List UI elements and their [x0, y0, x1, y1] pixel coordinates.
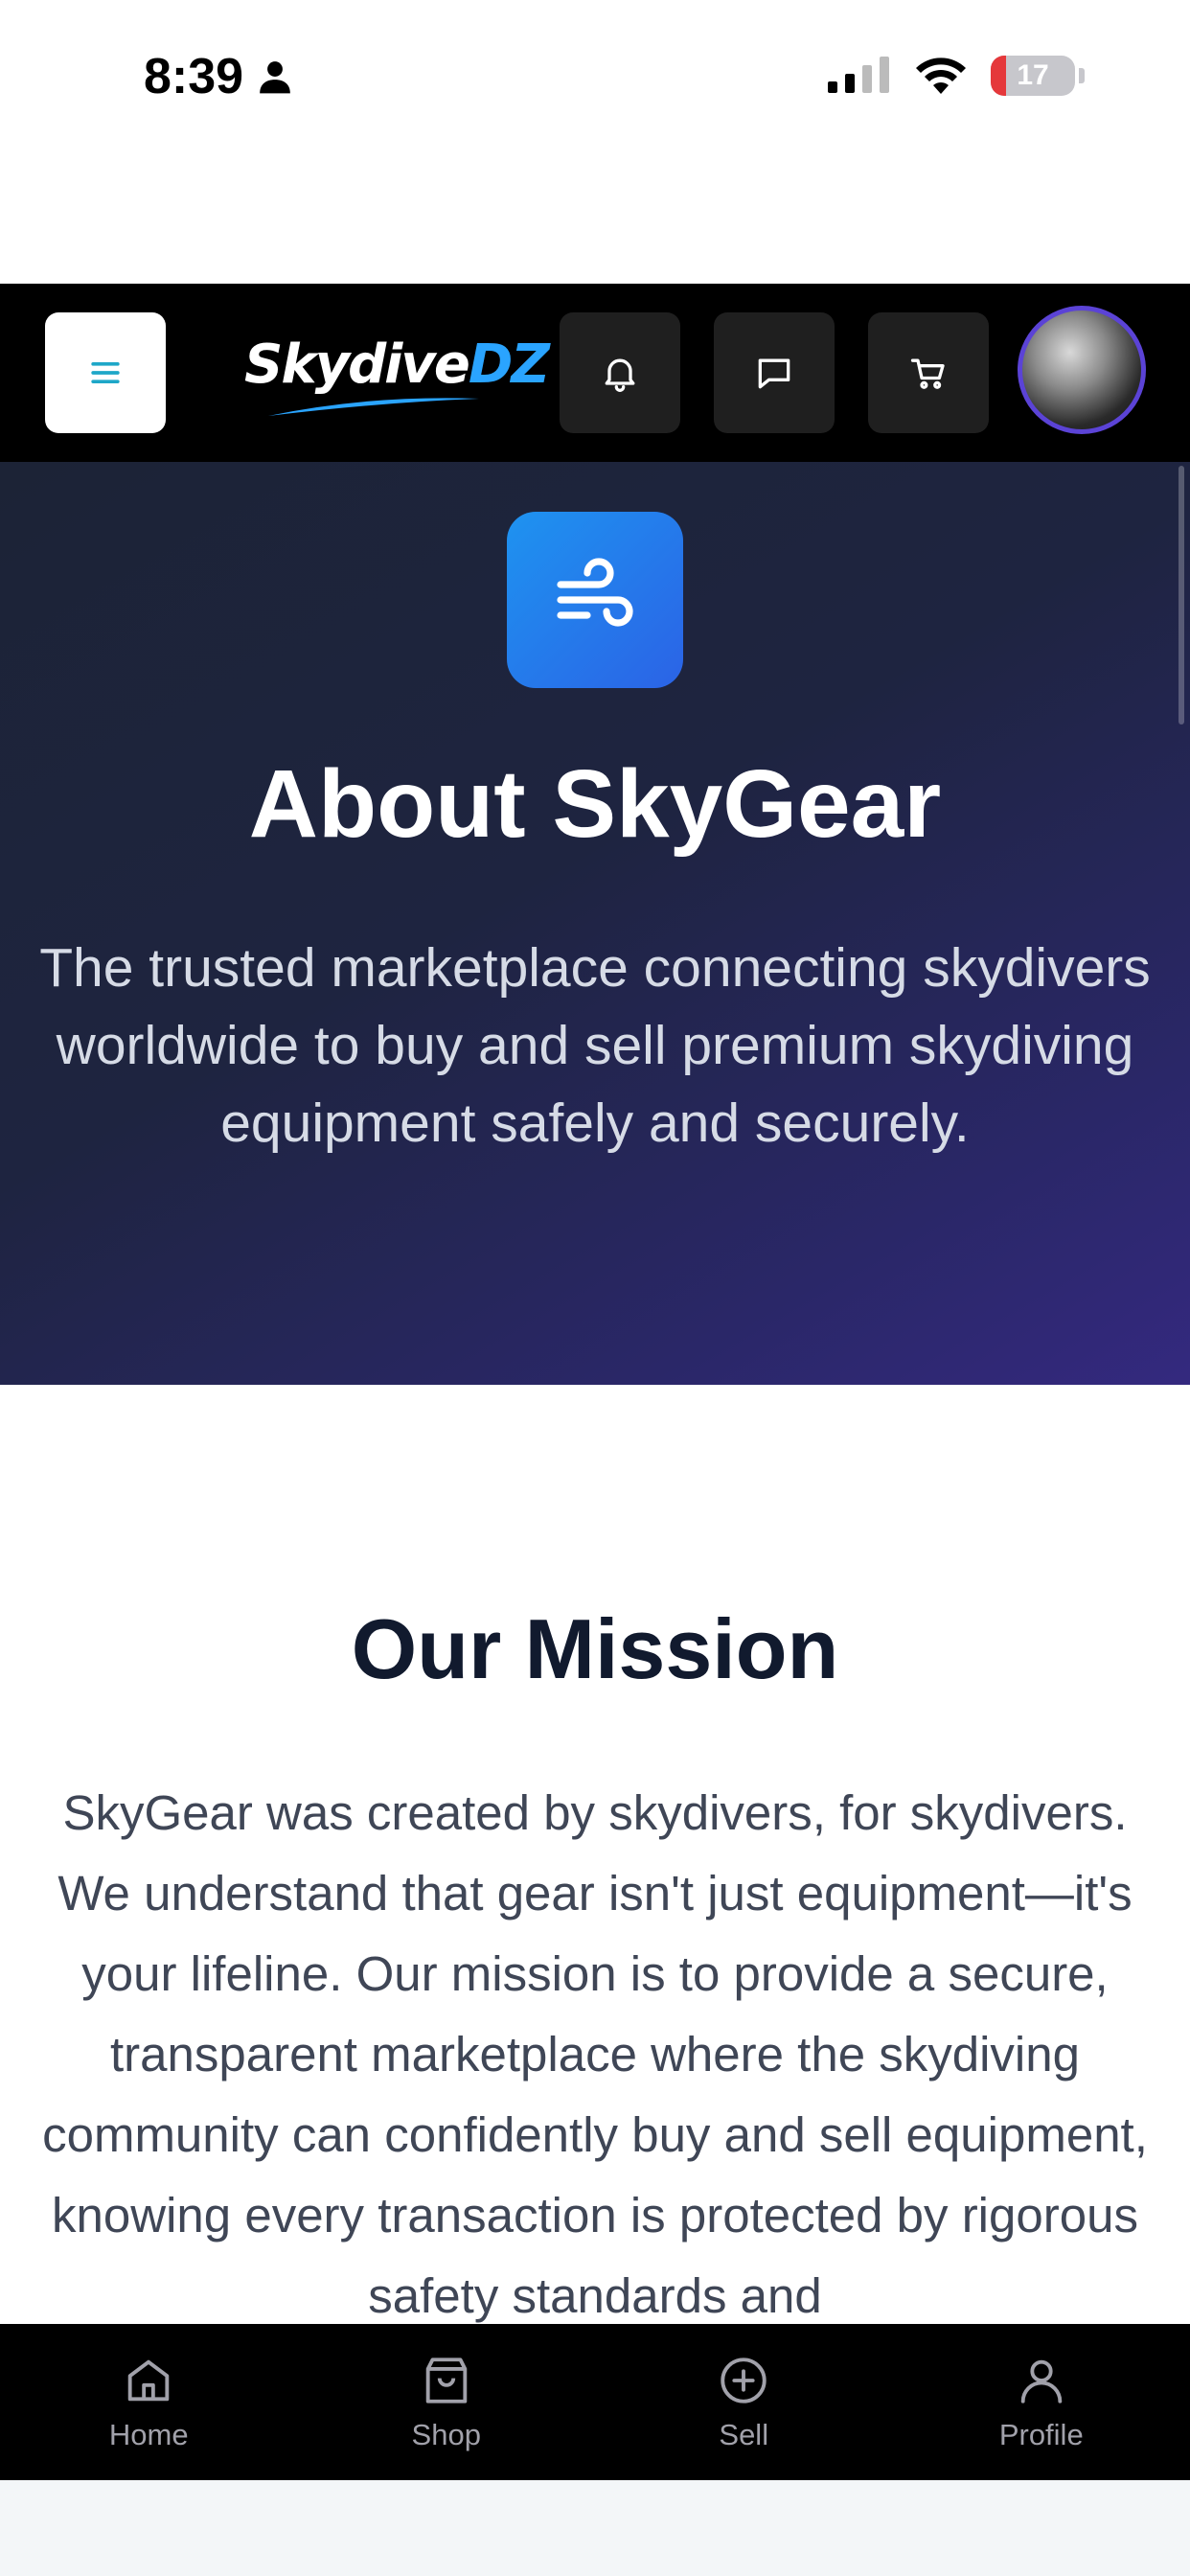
tab-profile[interactable]: Profile — [893, 2324, 1190, 2480]
person-icon — [260, 61, 290, 94]
logo-swoosh-icon — [268, 398, 479, 416]
wind-icon — [557, 558, 633, 627]
top-navbar: SkydiveDZ — [0, 284, 1190, 462]
tab-shop[interactable]: Shop — [298, 2324, 596, 2480]
mission-text: SkyGear was created by skydivers, for sk… — [42, 1785, 1148, 2323]
tab-sell[interactable]: Sell — [595, 2324, 893, 2480]
cellular-signal-icon — [828, 57, 889, 93]
home-icon — [127, 2359, 170, 2402]
scrollbar[interactable] — [1179, 466, 1184, 724]
bottom-safe-area — [0, 2480, 1190, 2576]
time-label: 8:39 — [144, 49, 244, 104]
tab-sell-label: Sell — [719, 2418, 769, 2451]
logo-text-accent: DZ — [468, 334, 550, 396]
battery-level: 17 — [1017, 59, 1049, 91]
shopping-cart-icon — [910, 358, 945, 389]
wifi-icon — [916, 58, 966, 94]
hamburger-menu-icon — [91, 362, 120, 383]
status-time: 8:39 — [144, 48, 293, 105]
logo-text-primary: Skydive — [244, 334, 470, 396]
status-bar: 8:39 17 — [0, 0, 1190, 284]
menu-button[interactable] — [45, 312, 166, 433]
hero-icon-tile — [507, 512, 683, 688]
cart-button[interactable] — [868, 312, 989, 433]
chat-icon — [758, 358, 790, 389]
tab-shop-label: Shop — [411, 2418, 481, 2451]
plus-circle-icon — [721, 2358, 767, 2404]
hero-description: The trusted marketplace connecting skydi… — [39, 937, 1151, 1154]
user-icon — [1020, 2359, 1063, 2404]
status-icons: 17 — [828, 56, 1085, 96]
tab-home-label: Home — [108, 2418, 189, 2451]
page-title: About SkyGear — [248, 750, 942, 858]
mission-heading: Our Mission — [351, 1601, 839, 1696]
user-avatar[interactable] — [1018, 306, 1146, 434]
tab-home[interactable]: Home — [0, 2324, 298, 2480]
battery-cap — [1079, 68, 1085, 83]
battery-indicator: 17 — [991, 56, 1075, 96]
tab-profile-label: Profile — [998, 2418, 1084, 2451]
skydivedz-logo[interactable]: SkydiveDZ — [244, 334, 550, 420]
notifications-button[interactable] — [560, 312, 680, 433]
bottom-tab-bar: Home Shop Sell Profile — [0, 2324, 1190, 2480]
messages-button[interactable] — [714, 312, 835, 433]
shopping-bag-icon — [425, 2358, 468, 2404]
bell-icon — [605, 358, 635, 392]
about-hero-section: About SkyGear The trusted marketplace co… — [0, 462, 1190, 1385]
